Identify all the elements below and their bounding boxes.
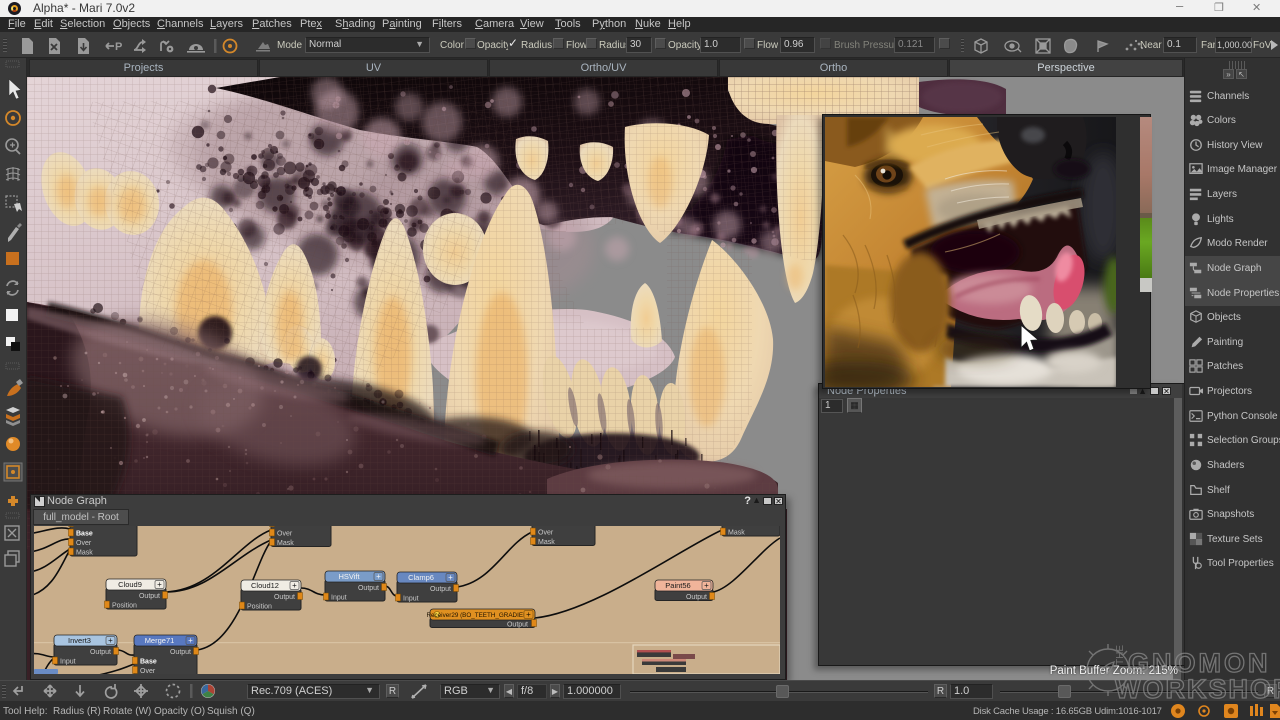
svg-text:Mask: Mask — [728, 530, 745, 537]
svg-text:Position: Position — [247, 604, 272, 611]
svg-text:Base: Base — [140, 659, 157, 666]
svg-text:Output: Output — [139, 593, 160, 600]
svg-text:Mask: Mask — [538, 539, 555, 546]
svg-text:x: x — [728, 526, 732, 527]
svg-text:x: x — [76, 526, 80, 528]
svg-text:Output: Output — [358, 585, 379, 592]
svg-text:Position: Position — [112, 603, 137, 610]
svg-text:Output: Output — [430, 586, 451, 593]
svg-text:+: + — [108, 636, 113, 645]
svg-text:Receiver29 (BO_TEETH_GRADIENT): Receiver29 (BO_TEETH_GRADIENT) — [426, 612, 533, 619]
svg-text:Output: Output — [170, 649, 191, 656]
svg-text:Input: Input — [331, 595, 347, 602]
svg-text:x: x — [277, 526, 281, 528]
svg-text:Invert3: Invert3 — [68, 636, 91, 645]
svg-text:Base: Base — [76, 531, 93, 538]
svg-text:+: + — [188, 636, 193, 645]
svg-text:Over: Over — [277, 531, 293, 538]
svg-text:+: + — [157, 580, 162, 589]
svg-text:Over: Over — [76, 540, 92, 547]
svg-text:x: x — [538, 526, 542, 527]
svg-text:HSVift: HSVift — [338, 572, 360, 581]
svg-text:+: + — [376, 572, 381, 581]
svg-text:Input: Input — [60, 659, 76, 666]
svg-text:Over: Over — [140, 668, 156, 674]
svg-text:Output: Output — [686, 594, 707, 601]
svg-text:+: + — [526, 610, 531, 619]
svg-text:+: + — [448, 573, 453, 582]
svg-text:Cloud12: Cloud12 — [251, 581, 279, 590]
svg-text:P: P — [115, 41, 122, 53]
svg-text:Mask: Mask — [76, 550, 93, 557]
svg-text:Paint56: Paint56 — [665, 581, 690, 590]
svg-text:Input: Input — [403, 596, 419, 603]
svg-text:Output: Output — [274, 594, 295, 601]
svg-text:Merge71: Merge71 — [145, 636, 175, 645]
svg-text:Over: Over — [538, 530, 554, 537]
svg-text:+: + — [704, 581, 709, 590]
svg-text:Cloud9: Cloud9 — [118, 580, 142, 589]
svg-text:+: + — [292, 581, 297, 590]
svg-text:Mask: Mask — [277, 540, 294, 547]
svg-text:Output: Output — [90, 649, 111, 656]
svg-text:Clamp6: Clamp6 — [408, 573, 434, 582]
svg-text:Output: Output — [507, 622, 528, 629]
